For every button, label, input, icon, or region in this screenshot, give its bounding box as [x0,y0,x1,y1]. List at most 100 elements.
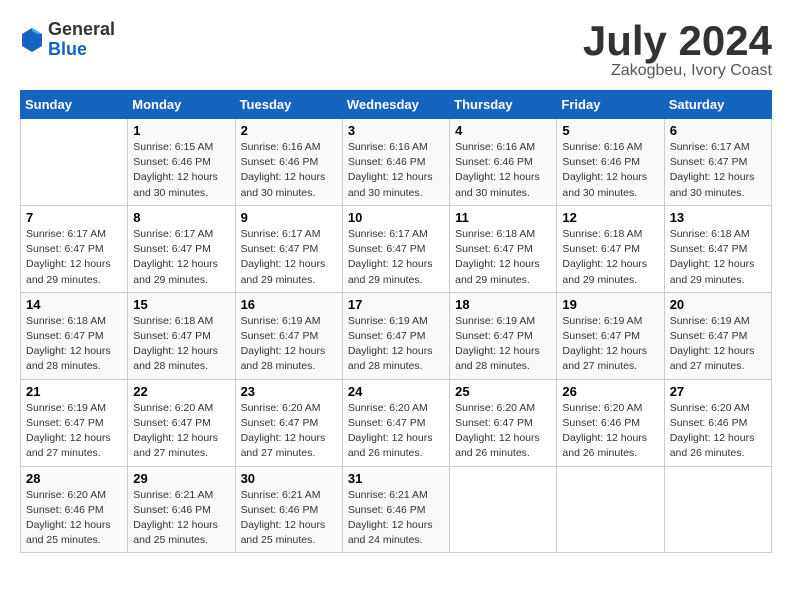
day-cell: 27 Sunrise: 6:20 AMSunset: 6:46 PMDayligh… [664,379,771,466]
page-header: General Blue July 2024 Zakogbeu, Ivory C… [20,20,772,80]
day-number: 7 [26,210,122,225]
day-number: 4 [455,123,551,138]
day-info: Sunrise: 6:21 AMSunset: 6:46 PMDaylight:… [348,488,444,549]
day-info: Sunrise: 6:17 AMSunset: 6:47 PMDaylight:… [348,227,444,288]
day-number: 12 [562,210,658,225]
day-cell: 23 Sunrise: 6:20 AMSunset: 6:47 PMDayligh… [235,379,342,466]
day-info: Sunrise: 6:16 AMSunset: 6:46 PMDaylight:… [455,140,551,201]
day-number: 2 [241,123,337,138]
day-info: Sunrise: 6:20 AMSunset: 6:46 PMDaylight:… [670,401,766,462]
day-number: 27 [670,384,766,399]
day-cell: 28 Sunrise: 6:20 AMSunset: 6:46 PMDayligh… [21,466,128,553]
logo-text: General Blue [48,20,115,60]
day-info: Sunrise: 6:21 AMSunset: 6:46 PMDaylight:… [241,488,337,549]
day-info: Sunrise: 6:17 AMSunset: 6:47 PMDaylight:… [241,227,337,288]
day-cell: 17Sunrise: 6:19 AMSunset: 6:47 PMDayligh… [342,292,449,379]
day-cell: 31Sunrise: 6:21 AMSunset: 6:46 PMDayligh… [342,466,449,553]
day-cell: 8 Sunrise: 6:17 AMSunset: 6:47 PMDaylight… [128,205,235,292]
location: Zakogbeu, Ivory Coast [583,62,772,80]
day-number: 15 [133,297,229,312]
day-number: 23 [241,384,337,399]
day-cell: 21Sunrise: 6:19 AMSunset: 6:47 PMDayligh… [21,379,128,466]
day-number: 28 [26,471,122,486]
day-info: Sunrise: 6:20 AMSunset: 6:47 PMDaylight:… [455,401,551,462]
day-cell: 26Sunrise: 6:20 AMSunset: 6:46 PMDayligh… [557,379,664,466]
day-info: Sunrise: 6:18 AMSunset: 6:47 PMDaylight:… [133,314,229,375]
logo-general: General [48,20,115,40]
day-number: 6 [670,123,766,138]
header-cell-saturday: Saturday [664,91,771,119]
day-cell: 18 Sunrise: 6:19 AMSunset: 6:47 PMDayligh… [450,292,557,379]
day-cell [557,466,664,553]
day-number: 19 [562,297,658,312]
day-info: Sunrise: 6:19 AMSunset: 6:47 PMDaylight:… [455,314,551,375]
week-row-1: 1 Sunrise: 6:15 AMSunset: 6:46 PMDaylight… [21,119,772,206]
day-info: Sunrise: 6:19 AMSunset: 6:47 PMDaylight:… [670,314,766,375]
day-cell: 6 Sunrise: 6:17 AMSunset: 6:47 PMDaylight… [664,119,771,206]
day-cell: 29Sunrise: 6:21 AMSunset: 6:46 PMDayligh… [128,466,235,553]
week-row-4: 21Sunrise: 6:19 AMSunset: 6:47 PMDayligh… [21,379,772,466]
day-number: 13 [670,210,766,225]
day-cell: 19 Sunrise: 6:19 AMSunset: 6:47 PMDayligh… [557,292,664,379]
calendar-body: 1 Sunrise: 6:15 AMSunset: 6:46 PMDaylight… [21,119,772,553]
week-row-3: 14 Sunrise: 6:18 AMSunset: 6:47 PMDayligh… [21,292,772,379]
header-cell-thursday: Thursday [450,91,557,119]
day-info: Sunrise: 6:15 AMSunset: 6:46 PMDaylight:… [133,140,229,201]
day-cell: 14 Sunrise: 6:18 AMSunset: 6:47 PMDayligh… [21,292,128,379]
logo-icon [20,26,44,54]
day-info: Sunrise: 6:18 AMSunset: 6:47 PMDaylight:… [670,227,766,288]
logo: General Blue [20,20,115,60]
calendar-table: SundayMondayTuesdayWednesdayThursdayFrid… [20,90,772,553]
week-row-5: 28 Sunrise: 6:20 AMSunset: 6:46 PMDayligh… [21,466,772,553]
day-info: Sunrise: 6:16 AMSunset: 6:46 PMDaylight:… [348,140,444,201]
header-row: SundayMondayTuesdayWednesdayThursdayFrid… [21,91,772,119]
day-info: Sunrise: 6:20 AMSunset: 6:47 PMDaylight:… [133,401,229,462]
day-info: Sunrise: 6:17 AMSunset: 6:47 PMDaylight:… [133,227,229,288]
day-number: 25 [455,384,551,399]
day-cell: 24 Sunrise: 6:20 AMSunset: 6:47 PMDayligh… [342,379,449,466]
header-cell-monday: Monday [128,91,235,119]
day-info: Sunrise: 6:21 AMSunset: 6:46 PMDaylight:… [133,488,229,549]
week-row-2: 7 Sunrise: 6:17 AMSunset: 6:47 PMDaylight… [21,205,772,292]
day-info: Sunrise: 6:17 AMSunset: 6:47 PMDaylight:… [670,140,766,201]
day-cell: 7Sunrise: 6:17 AMSunset: 6:47 PMDaylight… [21,205,128,292]
day-info: Sunrise: 6:19 AMSunset: 6:47 PMDaylight:… [241,314,337,375]
day-cell: 5 Sunrise: 6:16 AMSunset: 6:46 PMDaylight… [557,119,664,206]
day-info: Sunrise: 6:18 AMSunset: 6:47 PMDaylight:… [562,227,658,288]
day-cell: 2Sunrise: 6:16 AMSunset: 6:46 PMDaylight… [235,119,342,206]
day-cell: 12 Sunrise: 6:18 AMSunset: 6:47 PMDayligh… [557,205,664,292]
day-info: Sunrise: 6:16 AMSunset: 6:46 PMDaylight:… [562,140,658,201]
day-number: 22 [133,384,229,399]
day-number: 3 [348,123,444,138]
day-cell: 16Sunrise: 6:19 AMSunset: 6:47 PMDayligh… [235,292,342,379]
day-info: Sunrise: 6:19 AMSunset: 6:47 PMDaylight:… [26,401,122,462]
day-number: 1 [133,123,229,138]
day-info: Sunrise: 6:19 AMSunset: 6:47 PMDaylight:… [562,314,658,375]
day-number: 20 [670,297,766,312]
day-info: Sunrise: 6:18 AMSunset: 6:47 PMDaylight:… [455,227,551,288]
day-info: Sunrise: 6:20 AMSunset: 6:46 PMDaylight:… [26,488,122,549]
day-number: 14 [26,297,122,312]
day-info: Sunrise: 6:20 AMSunset: 6:47 PMDaylight:… [348,401,444,462]
header-cell-friday: Friday [557,91,664,119]
title-block: July 2024 Zakogbeu, Ivory Coast [583,20,772,80]
day-number: 18 [455,297,551,312]
day-number: 24 [348,384,444,399]
day-info: Sunrise: 6:20 AMSunset: 6:47 PMDaylight:… [241,401,337,462]
header-cell-sunday: Sunday [21,91,128,119]
day-cell: 25 Sunrise: 6:20 AMSunset: 6:47 PMDayligh… [450,379,557,466]
day-cell: 3 Sunrise: 6:16 AMSunset: 6:46 PMDaylight… [342,119,449,206]
logo-blue: Blue [48,40,115,60]
day-cell: 11Sunrise: 6:18 AMSunset: 6:47 PMDayligh… [450,205,557,292]
day-cell: 4 Sunrise: 6:16 AMSunset: 6:46 PMDaylight… [450,119,557,206]
header-cell-wednesday: Wednesday [342,91,449,119]
day-cell [664,466,771,553]
day-number: 10 [348,210,444,225]
day-info: Sunrise: 6:20 AMSunset: 6:46 PMDaylight:… [562,401,658,462]
calendar-header: SundayMondayTuesdayWednesdayThursdayFrid… [21,91,772,119]
day-number: 8 [133,210,229,225]
day-info: Sunrise: 6:18 AMSunset: 6:47 PMDaylight:… [26,314,122,375]
day-cell: 10 Sunrise: 6:17 AMSunset: 6:47 PMDayligh… [342,205,449,292]
day-number: 5 [562,123,658,138]
day-number: 30 [241,471,337,486]
